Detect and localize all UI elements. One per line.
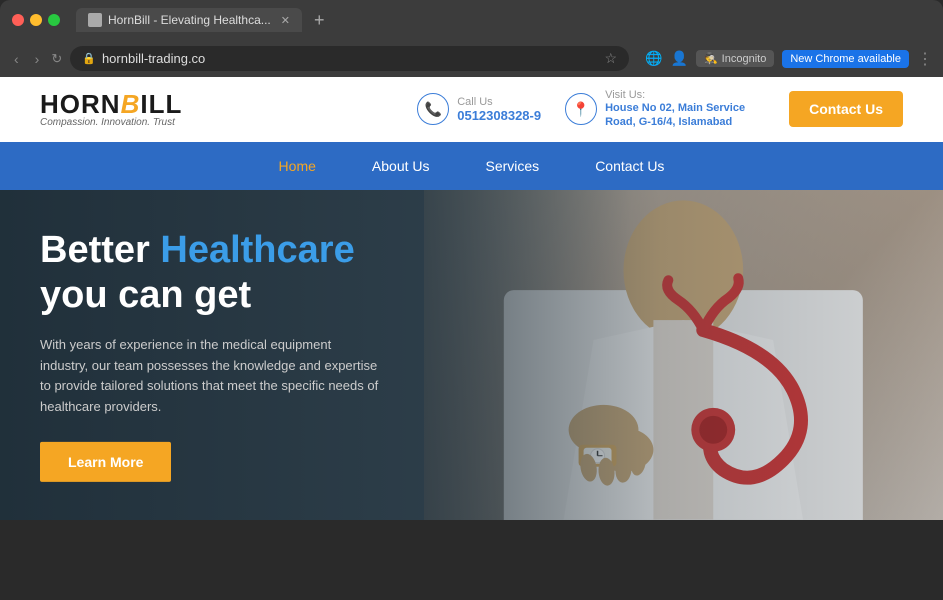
forward-button[interactable]: › <box>31 49 44 69</box>
logo-horn: HORN <box>40 89 121 119</box>
address-text: House No 02, Main Service Road, G-16/4, … <box>605 101 765 130</box>
visit-label: Visit Us: <box>605 89 765 101</box>
site-header: HORNBILL Compassion. Innovation. Trust 📞… <box>0 77 943 142</box>
phone-icon: 📞 <box>417 93 449 125</box>
phone-info: Call Us 0512308328-9 <box>457 96 541 123</box>
logo-area: HORNBILL Compassion. Innovation. Trust <box>40 91 182 128</box>
nav-about[interactable]: About Us <box>344 142 458 190</box>
new-chrome-button[interactable]: New Chrome available <box>782 50 909 68</box>
contact-us-header-button[interactable]: Contact Us <box>789 91 903 127</box>
hero-title-part1: Better <box>40 228 160 270</box>
phone-number: 0512308328-9 <box>457 108 541 123</box>
back-button[interactable]: ‹ <box>10 49 23 69</box>
refresh-button[interactable]: ↻ <box>51 51 62 67</box>
tab-close-icon[interactable]: ✕ <box>281 14 290 27</box>
url-text: hornbill-trading.co <box>102 51 205 66</box>
traffic-lights <box>12 14 60 26</box>
logo-tagline: Compassion. Innovation. Trust <box>40 117 182 128</box>
location-icon: 📍 <box>565 93 597 125</box>
browser-actions: 🌐 👤 🕵 Incognito New Chrome available ⋮ <box>645 49 933 69</box>
security-lock-icon: 🔒 <box>82 52 96 65</box>
profile-icon[interactable]: 👤 <box>671 50 688 67</box>
hero-title-part2: you can get <box>40 274 251 316</box>
new-tab-button[interactable]: + <box>314 11 325 29</box>
browser-window: HornBill - Elevating Healthca... ✕ + ‹ ›… <box>0 0 943 77</box>
tab-title: HornBill - Elevating Healthca... <box>108 13 271 27</box>
minimize-window-button[interactable] <box>30 14 42 26</box>
site-logo: HORNBILL <box>40 91 182 117</box>
learn-more-button[interactable]: Learn More <box>40 442 171 482</box>
hero-content: Better Healthcare you can get With years… <box>40 227 380 481</box>
address-contact-item: 📍 Visit Us: House No 02, Main Service Ro… <box>565 89 765 130</box>
call-label: Call Us <box>457 96 541 108</box>
incognito-label: Incognito <box>722 53 767 65</box>
address-info: Visit Us: House No 02, Main Service Road… <box>605 89 765 130</box>
site-nav: Home About Us Services Contact Us <box>0 142 943 190</box>
extensions-icon[interactable]: 🌐 <box>645 50 662 67</box>
hero-title-highlight: Healthcare <box>160 228 354 270</box>
incognito-badge: 🕵 Incognito <box>696 50 774 67</box>
logo-ill: ILL <box>140 89 182 119</box>
incognito-icon: 🕵 <box>704 52 718 65</box>
bookmark-icon[interactable]: ☆ <box>605 50 618 67</box>
address-bar-row: ‹ › ↻ 🔒 hornbill-trading.co ☆ 🌐 👤 🕵 Inco… <box>0 40 943 77</box>
browser-tab[interactable]: HornBill - Elevating Healthca... ✕ <box>76 8 302 32</box>
nav-services[interactable]: Services <box>458 142 568 190</box>
nav-home[interactable]: Home <box>251 142 344 190</box>
hero-section: Better Healthcare you can get With years… <box>0 190 943 520</box>
hero-description: With years of experience in the medical … <box>40 335 380 418</box>
nav-links: Home About Us Services Contact Us <box>251 142 693 190</box>
maximize-window-button[interactable] <box>48 14 60 26</box>
website-content: HORNBILL Compassion. Innovation. Trust 📞… <box>0 77 943 547</box>
phone-contact-item: 📞 Call Us 0512308328-9 <box>417 93 541 125</box>
address-bar[interactable]: 🔒 hornbill-trading.co ☆ <box>70 46 629 71</box>
nav-contact[interactable]: Contact Us <box>567 142 692 190</box>
header-contact: 📞 Call Us 0512308328-9 📍 Visit Us: House… <box>417 89 903 130</box>
tab-favicon-icon <box>88 13 102 27</box>
close-window-button[interactable] <box>12 14 24 26</box>
hero-title: Better Healthcare you can get <box>40 227 380 318</box>
title-bar: HornBill - Elevating Healthca... ✕ + <box>0 0 943 40</box>
more-options-icon[interactable]: ⋮ <box>917 49 933 69</box>
logo-bill: B <box>121 89 141 119</box>
